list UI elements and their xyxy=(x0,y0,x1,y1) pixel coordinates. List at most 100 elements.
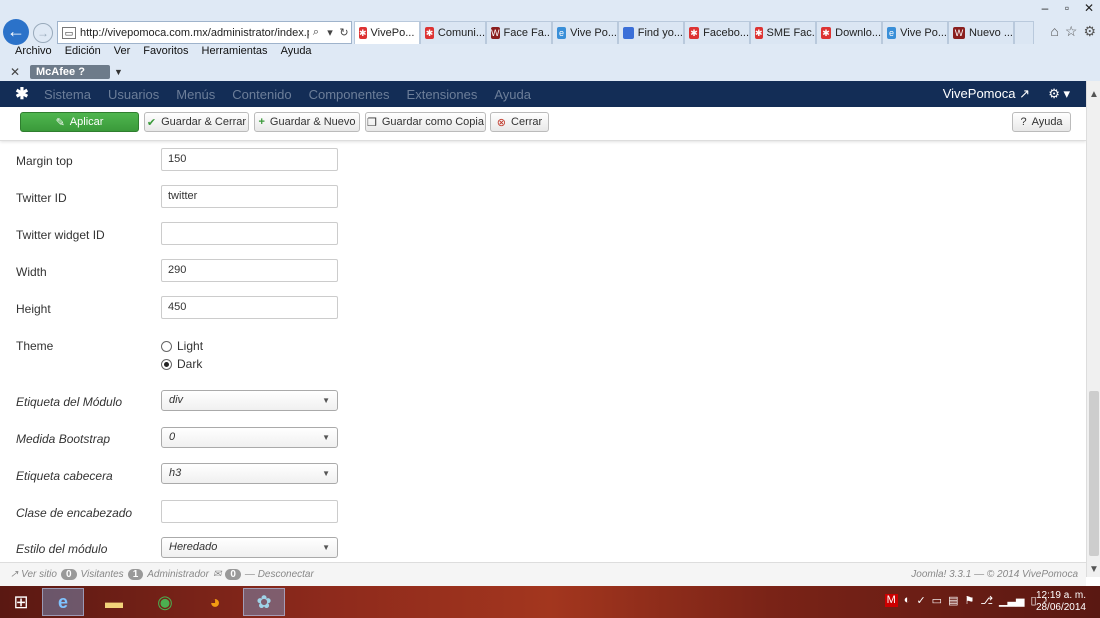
menu-ayuda[interactable]: Ayuda xyxy=(281,45,312,62)
action-center-flag-icon[interactable]: ⚑ xyxy=(964,594,974,607)
minimize-button[interactable]: – xyxy=(1034,0,1056,18)
nav-componentes[interactable]: Componentes xyxy=(309,87,390,102)
header-class-input[interactable] xyxy=(161,500,338,523)
view-site-link[interactable]: ↗ Ver sitio xyxy=(10,569,57,580)
scroll-down-icon[interactable]: ▼ xyxy=(1087,564,1100,575)
address-bar[interactable]: ▭ http://vivepomoca.com.mx/administrator… xyxy=(57,21,352,44)
apply-button[interactable]: ✎ Aplicar xyxy=(20,112,139,132)
close-button[interactable]: ⊗ Cerrar xyxy=(490,112,549,132)
mcafee-label: McAfee xyxy=(36,65,76,78)
tab-9[interactable]: W Nuevo ... xyxy=(948,21,1014,44)
mcafee-tray-icon[interactable]: M xyxy=(884,594,898,607)
nav-sistema[interactable]: Sistema xyxy=(44,87,91,102)
menu-ver[interactable]: Ver xyxy=(114,45,131,62)
system-tray: M ◐ ✓ ▭ ▤ ⚑ ⎇ ▁▃▅ ▯ ♪ xyxy=(884,594,1048,607)
user-menu-gear-icon[interactable]: ⚙ ▾ xyxy=(1048,86,1070,102)
back-button[interactable]: ← xyxy=(3,19,29,45)
twitter-id-input[interactable]: twitter xyxy=(161,185,338,208)
windows-taskbar: ⊞ e ▬ ◉ ◕ ✿ M ◐ ✓ ▭ ▤ ⚑ ⎇ ▁▃▅ ▯ ♪ 12:19 … xyxy=(0,586,1100,618)
tab-8[interactable]: e Vive Po... xyxy=(882,21,948,44)
tab-label: Comuni... xyxy=(437,27,485,39)
theme-dark-radio[interactable]: Dark xyxy=(161,357,202,371)
app-taskbar-icon[interactable]: ✿ xyxy=(243,588,285,616)
monitor-icon[interactable]: ▭ xyxy=(932,594,942,607)
tab-4[interactable]: Find yo... xyxy=(618,21,684,44)
nav-contenido[interactable]: Contenido xyxy=(232,87,291,102)
radio-checked-icon xyxy=(161,358,172,370)
home-icon[interactable]: ⌂ xyxy=(1050,23,1058,40)
save-new-button[interactable]: + Guardar & Nuevo xyxy=(254,112,360,132)
file-explorer-icon[interactable]: ▬ xyxy=(93,588,135,616)
menu-archivo[interactable]: Archivo xyxy=(15,45,52,62)
module-style-select[interactable]: Heredado ▼ xyxy=(161,537,338,558)
tab-6[interactable]: ✱ SME Fac... xyxy=(750,21,816,44)
network-card-icon[interactable]: ▤ xyxy=(948,594,958,607)
nav-ayuda[interactable]: Ayuda xyxy=(494,87,531,102)
save-close-label: Guardar & Cerrar xyxy=(161,116,247,128)
signal-icon[interactable]: ▁▃▅ xyxy=(999,594,1024,607)
mcafee-logo[interactable]: McAfee ? xyxy=(30,64,110,79)
module-style-value: Heredado xyxy=(169,541,218,553)
apply-label: Aplicar xyxy=(69,116,104,128)
close-toolbar-icon[interactable]: ✕ xyxy=(0,65,30,79)
theme-dark-label: Dark xyxy=(177,357,203,371)
tab-3[interactable]: e Vive Po... xyxy=(552,21,618,44)
scroll-up-icon[interactable]: ▲ xyxy=(1087,89,1100,100)
nav-extensiones[interactable]: Extensiones xyxy=(407,87,478,102)
new-tab-button[interactable] xyxy=(1014,21,1034,44)
nav-menus[interactable]: Menús xyxy=(176,87,215,102)
external-link-icon: ↗ xyxy=(10,569,19,580)
tab-2[interactable]: W Face Fa... xyxy=(486,21,552,44)
maximize-button[interactable]: ▫ xyxy=(1056,0,1078,18)
scroll-thumb[interactable] xyxy=(1089,391,1099,556)
save-new-label: Guardar & Nuevo xyxy=(269,116,356,128)
close-circle-icon: ⊗ xyxy=(496,116,507,129)
bootstrap-size-select[interactable]: 0 ▼ xyxy=(161,427,338,448)
nav-usuarios[interactable]: Usuarios xyxy=(108,87,159,102)
joomla-logo-icon[interactable]: ✱ xyxy=(0,84,44,104)
menu-edicion[interactable]: Edición xyxy=(65,45,101,62)
tab-0[interactable]: ✱ VivePo... ✕ xyxy=(354,21,420,44)
save-copy-button[interactable]: ❐ Guardar como Copia xyxy=(365,112,486,132)
site-link[interactable]: VivePomoca ↗ xyxy=(943,86,1030,102)
tab-5[interactable]: ✱ Facebo... xyxy=(684,21,750,44)
margin-top-input[interactable]: 150 xyxy=(161,148,338,171)
page-scrollbar[interactable]: ▲ ▼ xyxy=(1086,81,1100,577)
logout-link[interactable]: — Desconectar xyxy=(245,569,314,580)
plus-icon: + xyxy=(258,116,265,128)
twitter-widget-id-input[interactable] xyxy=(161,222,338,245)
save-close-button[interactable]: ✔ Guardar & Cerrar xyxy=(144,112,249,132)
help-label: Ayuda xyxy=(1031,116,1063,128)
dropdown-icon[interactable]: ▾ xyxy=(323,26,337,39)
usb-icon[interactable]: ⎇ xyxy=(980,594,993,607)
clock[interactable]: 12:19 a. m. 28/06/2014 xyxy=(1036,590,1086,614)
ie-taskbar-icon[interactable]: e xyxy=(42,588,84,616)
search-icon[interactable]: ⌕ xyxy=(309,26,323,39)
clock-date: 28/06/2014 xyxy=(1035,602,1086,613)
tab-7[interactable]: ✱ Downlo... xyxy=(816,21,882,44)
help-button[interactable]: ? Ayuda xyxy=(1012,112,1071,132)
module-tag-select[interactable]: div ▼ xyxy=(161,390,338,411)
firefox-icon[interactable]: ◕ xyxy=(194,588,236,616)
chevron-down-icon[interactable]: ▼ xyxy=(114,67,123,77)
copy-icon: ❐ xyxy=(367,116,377,129)
close-window-button[interactable]: ✕ xyxy=(1078,0,1100,18)
shield-icon[interactable]: ◐ xyxy=(904,594,911,607)
menu-favoritos[interactable]: Favoritos xyxy=(143,45,188,62)
caret-down-icon: ▼ xyxy=(322,433,330,442)
forward-button[interactable]: → xyxy=(33,23,53,43)
header-tag-select[interactable]: h3 ▼ xyxy=(161,463,338,484)
check-icon[interactable]: ✓ xyxy=(916,594,925,607)
menu-herramientas[interactable]: Herramientas xyxy=(202,45,268,62)
settings-gear-icon[interactable]: ⚙ xyxy=(1083,23,1096,40)
address-url[interactable]: http://vivepomoca.com.mx/administrator/i… xyxy=(80,27,309,39)
favorites-star-icon[interactable]: ☆ xyxy=(1065,23,1078,40)
twitter-id-label: Twitter ID xyxy=(16,191,67,205)
chrome-icon[interactable]: ◉ xyxy=(144,588,186,616)
tab-1[interactable]: ✱ Comuni... xyxy=(420,21,486,44)
width-input[interactable]: 290 xyxy=(161,259,338,282)
refresh-icon[interactable]: ↻ xyxy=(337,26,351,39)
height-input[interactable]: 450 xyxy=(161,296,338,319)
theme-light-radio[interactable]: Light xyxy=(161,339,203,353)
start-windows-icon[interactable]: ⊞ xyxy=(0,588,42,616)
